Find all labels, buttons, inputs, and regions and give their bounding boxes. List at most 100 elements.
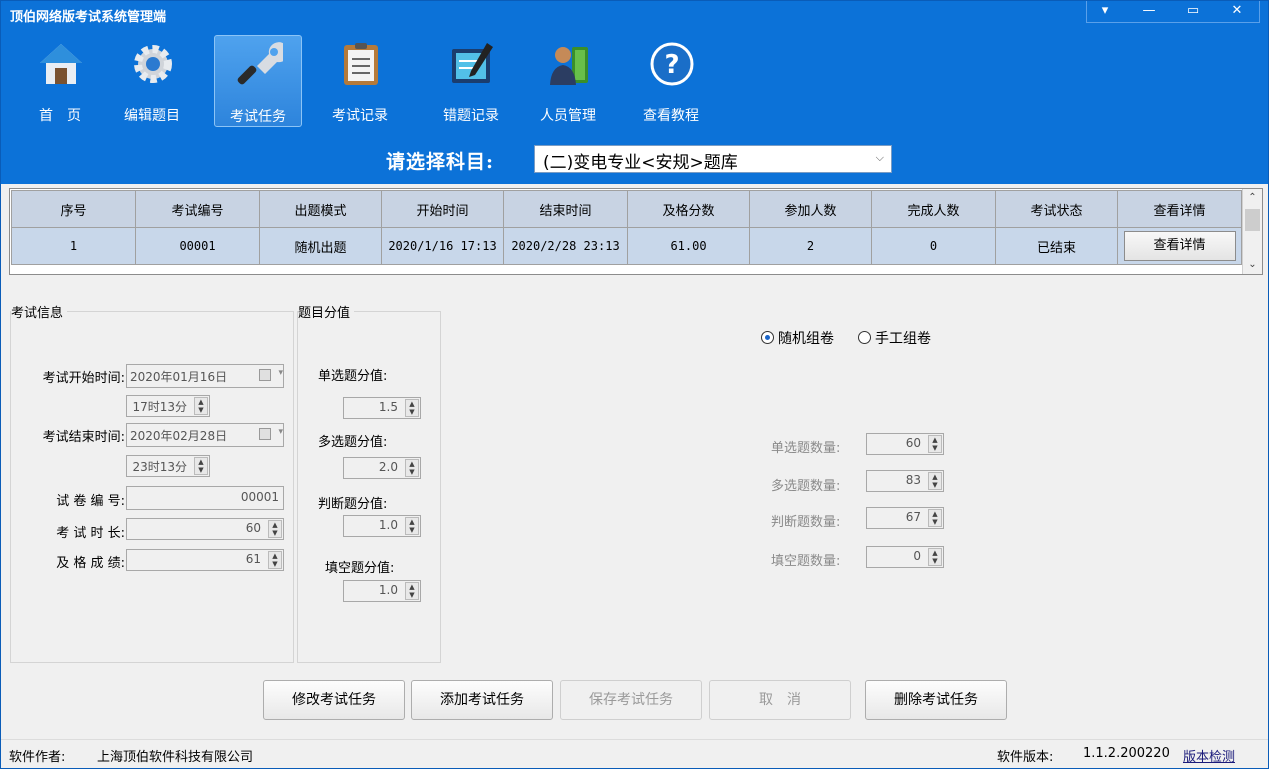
person-book-icon bbox=[550, 47, 588, 85]
tool-wrong-records[interactable]: 错题记录 bbox=[427, 35, 515, 127]
scroll-thumb[interactable] bbox=[1245, 209, 1260, 231]
fill-score-spinner[interactable]: 1.0 ▲ ▼ bbox=[343, 580, 421, 602]
column-header[interactable]: 查看详情 bbox=[1117, 190, 1242, 228]
spinner-arrows-icon[interactable]: ▲ ▼ bbox=[268, 520, 282, 538]
single-score-value: 1.5 bbox=[378, 400, 398, 414]
spinner-arrows-icon[interactable]: ▲ ▼ bbox=[194, 397, 208, 415]
spinner-arrows-icon[interactable]: ▲ ▼ bbox=[405, 582, 419, 600]
judge-count-label: 判断题数量: bbox=[771, 515, 841, 530]
calendar-icon[interactable] bbox=[259, 369, 271, 381]
pass-score-spinner[interactable]: 61 ▲ ▼ bbox=[126, 549, 284, 571]
spinner-arrows-icon[interactable]: ▲ ▼ bbox=[928, 509, 942, 527]
column-header[interactable]: 结束时间 bbox=[503, 190, 628, 228]
tool-exam-records[interactable]: 考试记录 bbox=[316, 35, 404, 127]
spinner-arrows-icon[interactable]: ▲ ▼ bbox=[194, 457, 208, 475]
tool-label: 人员管理 bbox=[540, 108, 596, 124]
duration-value: 60 bbox=[245, 521, 261, 535]
table-cell[interactable]: 1 bbox=[11, 227, 136, 265]
multi-count-spinner[interactable]: 83 ▲ ▼ bbox=[866, 470, 944, 492]
calendar-icon[interactable] bbox=[259, 428, 271, 440]
fill-count-spinner[interactable]: 0 ▲ ▼ bbox=[866, 546, 944, 568]
grid-scrollbar[interactable]: ⌃ ⌄ bbox=[1242, 189, 1262, 274]
window-controls: ▾ — ▭ ✕ bbox=[1086, 1, 1260, 23]
scroll-up-icon[interactable]: ⌃ bbox=[1243, 189, 1262, 207]
start-time-label: 考试开始时间: bbox=[42, 371, 125, 386]
version-label: 软件版本: bbox=[997, 750, 1054, 765]
table-cell[interactable]: 随机出题 bbox=[259, 227, 382, 265]
multi-score-label: 多选题分值: bbox=[318, 435, 388, 450]
spinner-arrows-icon[interactable]: ▲ ▼ bbox=[405, 459, 419, 477]
close-icon[interactable]: ✕ bbox=[1219, 1, 1255, 23]
add-task-button[interactable]: 添加考试任务 bbox=[411, 680, 553, 720]
spinner-arrows-icon[interactable]: ▲ ▼ bbox=[928, 435, 942, 453]
column-header[interactable]: 开始时间 bbox=[381, 190, 504, 228]
column-header[interactable]: 参加人数 bbox=[749, 190, 872, 228]
table-cell[interactable]: 61.00 bbox=[627, 227, 750, 265]
judge-count-spinner[interactable]: 67 ▲ ▼ bbox=[866, 507, 944, 529]
maximize-icon[interactable]: ▭ bbox=[1175, 1, 1211, 23]
view-details-button[interactable]: 查看详情 bbox=[1123, 231, 1236, 261]
manual-compose-radio[interactable]: 手工组卷 bbox=[858, 328, 931, 348]
scroll-down-icon[interactable]: ⌄ bbox=[1243, 256, 1262, 274]
column-header[interactable]: 考试状态 bbox=[995, 190, 1118, 228]
column-header[interactable]: 出题模式 bbox=[259, 190, 382, 228]
cancel-button[interactable]: 取 消 bbox=[709, 680, 851, 720]
random-compose-radio[interactable]: 随机组卷 bbox=[761, 328, 834, 348]
tool-label: 查看教程 bbox=[643, 108, 699, 124]
chevron-down-icon[interactable]: ▾ bbox=[278, 368, 283, 378]
table-cell[interactable]: 已结束 bbox=[995, 227, 1118, 265]
table-cell[interactable]: 2020/1/16 17:13 bbox=[381, 227, 504, 265]
group-title: 考试信息 bbox=[11, 302, 68, 321]
paper-number-field[interactable]: 00001 bbox=[126, 486, 284, 510]
multi-score-value: 2.0 bbox=[378, 460, 398, 474]
menu-icon[interactable]: ▾ bbox=[1087, 1, 1123, 23]
duration-spinner[interactable]: 60 ▲ ▼ bbox=[126, 518, 284, 540]
table-cell[interactable]: 00001 bbox=[135, 227, 260, 265]
subject-select[interactable]: (二)变电专业<安规>题库 ⌵ bbox=[534, 145, 892, 173]
tool-personnel[interactable]: 人员管理 bbox=[524, 35, 612, 127]
column-header[interactable]: 考试编号 bbox=[135, 190, 260, 228]
help-icon: ? bbox=[650, 42, 694, 86]
chevron-down-icon[interactable]: ▾ bbox=[278, 427, 283, 437]
table-cell[interactable]: 2020/2/28 23:13 bbox=[503, 227, 628, 265]
column-header[interactable]: 完成人数 bbox=[871, 190, 996, 228]
spinner-arrows-icon[interactable]: ▲ ▼ bbox=[405, 399, 419, 417]
spinner-arrows-icon[interactable]: ▲ ▼ bbox=[928, 472, 942, 490]
check-version-link[interactable]: 版本检测 bbox=[1183, 746, 1235, 765]
tool-tutorial[interactable]: ? 查看教程 bbox=[627, 35, 715, 127]
table-cell: 查看详情 bbox=[1117, 227, 1242, 265]
column-header[interactable]: 及格分数 bbox=[627, 190, 750, 228]
end-time-value: 23时13分 bbox=[132, 460, 187, 474]
delete-task-button[interactable]: 删除考试任务 bbox=[865, 680, 1007, 720]
table-cell[interactable]: 2 bbox=[749, 227, 872, 265]
judge-score-label: 判断题分值: bbox=[318, 497, 388, 512]
single-count-spinner[interactable]: 60 ▲ ▼ bbox=[866, 433, 944, 455]
tool-exam-tasks[interactable]: 考试任务 bbox=[214, 35, 302, 127]
multi-count-label: 多选题数量: bbox=[771, 479, 841, 494]
save-task-button[interactable]: 保存考试任务 bbox=[560, 680, 702, 720]
single-score-spinner[interactable]: 1.5 ▲ ▼ bbox=[343, 397, 421, 419]
tool-edit-questions[interactable]: 编辑题目 bbox=[108, 35, 196, 127]
modify-task-button[interactable]: 修改考试任务 bbox=[263, 680, 405, 720]
tool-home[interactable]: 首 页 bbox=[16, 35, 104, 127]
column-header[interactable]: 序号 bbox=[11, 190, 136, 228]
start-time-spinner[interactable]: 17时13分 ▲ ▼ bbox=[126, 395, 210, 417]
wrench-icon bbox=[237, 42, 283, 85]
end-time-spinner[interactable]: 23时13分 ▲ ▼ bbox=[126, 455, 210, 477]
start-date-picker[interactable]: 2020年01月16日 ▾ bbox=[126, 364, 284, 388]
spinner-arrows-icon[interactable]: ▲ ▼ bbox=[928, 548, 942, 566]
table-row[interactable]: 1 00001 随机出题 2020/1/16 17:13 2020/2/28 2… bbox=[11, 227, 1242, 265]
spinner-arrows-icon[interactable]: ▲ ▼ bbox=[268, 551, 282, 569]
fill-score-label: 填空题分值: bbox=[325, 561, 395, 576]
subject-selected-value: (二)变电专业<安规>题库 bbox=[543, 153, 738, 173]
radio-selected-icon bbox=[761, 331, 774, 344]
minimize-icon[interactable]: — bbox=[1131, 1, 1167, 23]
app-window: 顶伯网络版考试系统管理端 ▾ — ▭ ✕ 首 页 编辑题目 考试任务 考试记录 … bbox=[0, 0, 1269, 769]
judge-score-spinner[interactable]: 1.0 ▲ ▼ bbox=[343, 515, 421, 537]
end-date-picker[interactable]: 2020年02月28日 ▾ bbox=[126, 423, 284, 447]
multi-score-spinner[interactable]: 2.0 ▲ ▼ bbox=[343, 457, 421, 479]
table-cell[interactable]: 0 bbox=[871, 227, 996, 265]
version-number: 1.1.2.200220 bbox=[1083, 746, 1170, 761]
status-bar: 软件作者: 上海顶伯软件科技有限公司 软件版本: 1.1.2.200220 版本… bbox=[1, 739, 1268, 768]
spinner-arrows-icon[interactable]: ▲ ▼ bbox=[405, 517, 419, 535]
